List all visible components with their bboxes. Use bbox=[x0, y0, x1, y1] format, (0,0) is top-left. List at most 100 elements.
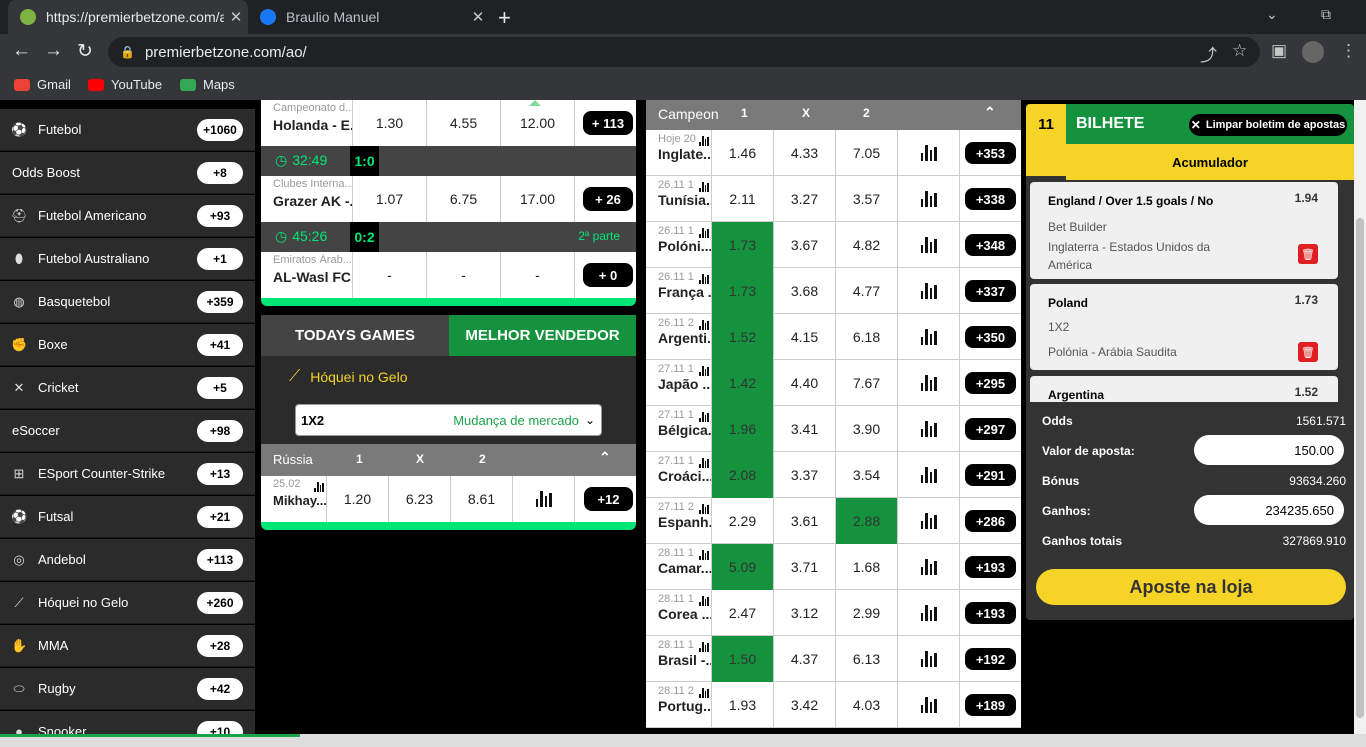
sidebar-item[interactable]: ⊞ ESport Counter-Strike +13 bbox=[0, 453, 255, 495]
odd-x[interactable]: 4.40 bbox=[774, 360, 836, 406]
event-name-cell[interactable]: Clubes Interna... Grazer AK -... bbox=[261, 176, 353, 222]
sidebar-item[interactable]: ⬮ Futebol Australiano +1 bbox=[0, 238, 255, 280]
stats-button[interactable] bbox=[513, 476, 575, 522]
event-name-cell[interactable]: 26.11 2Argenti... bbox=[646, 314, 712, 360]
more-markets-button[interactable]: +193 bbox=[965, 602, 1016, 624]
odd-1[interactable]: 1.73 bbox=[712, 222, 774, 268]
more-markets-button[interactable]: +12 bbox=[584, 487, 633, 511]
sidebar-item[interactable]: ⚽ Futsal +21 bbox=[0, 496, 255, 538]
stats-button[interactable] bbox=[898, 498, 960, 544]
odd-2[interactable]: 17.00 bbox=[501, 176, 575, 222]
odd-x[interactable]: 6.23 bbox=[389, 476, 451, 522]
event-name-cell[interactable]: 28.11 1 Brasil -... bbox=[646, 636, 712, 682]
odd-2[interactable]: 8.61 bbox=[451, 476, 513, 522]
stats-button[interactable] bbox=[898, 406, 960, 452]
sidebar-item[interactable]: ⚽ Futebol +1060 bbox=[0, 109, 255, 151]
odd-2[interactable]: - bbox=[501, 252, 575, 298]
event-name-cell[interactable]: Campeonato d... Holanda - E... bbox=[261, 100, 353, 146]
stats-button[interactable] bbox=[898, 314, 960, 360]
market-select[interactable]: 1X2 Mudança de mercado ⌄ bbox=[295, 404, 602, 436]
stats-button[interactable] bbox=[898, 636, 960, 682]
odd-2[interactable]: 4.77 bbox=[836, 268, 898, 314]
odd-x[interactable]: 4.15 bbox=[774, 314, 836, 360]
table-row[interactable]: 27.11 1 Croáci... 2.08 3.37 3.54 +291 bbox=[646, 452, 1021, 498]
event-row[interactable]: Campeonato d... Holanda - E...1.304.5512.… bbox=[261, 100, 636, 146]
sidebar-item[interactable]: ◍ Basquetebol +359 bbox=[0, 281, 255, 323]
table-row[interactable]: 28.11 1 Brasil -... 1.50 4.37 6.13 +192 bbox=[646, 636, 1021, 682]
horizontal-scrollbar[interactable] bbox=[0, 734, 1366, 747]
stats-button[interactable] bbox=[898, 360, 960, 406]
stats-button[interactable] bbox=[898, 590, 960, 636]
table-row[interactable]: Hoje 20 Inglate... 1.46 4.33 7.05 +353 bbox=[646, 130, 1021, 176]
stake-input[interactable]: 150.00 bbox=[1194, 435, 1344, 465]
odd-2[interactable]: 3.54 bbox=[836, 452, 898, 498]
odd-1[interactable]: 1.20 bbox=[327, 476, 389, 522]
close-icon[interactable]: ✕ bbox=[224, 8, 248, 26]
more-markets-button[interactable]: + 113 bbox=[583, 111, 633, 135]
clear-slip-button[interactable]: ✕ Limpar boletim de apostas bbox=[1189, 114, 1347, 136]
event-name-cell[interactable]: 28.11 1 Corea ... bbox=[646, 590, 712, 636]
odd-x[interactable]: 3.41 bbox=[774, 406, 836, 452]
more-markets-button[interactable]: +348 bbox=[965, 234, 1016, 256]
stats-button[interactable] bbox=[898, 176, 960, 222]
chevron-down-icon[interactable]: ⌄ bbox=[1266, 6, 1278, 23]
table-row[interactable]: 28.11 2 Portug... 1.93 3.42 4.03 +189 bbox=[646, 682, 1021, 728]
event-row[interactable]: Clubes Interna... Grazer AK -...1.076.751… bbox=[261, 176, 636, 222]
reload-icon[interactable]: ↻ bbox=[77, 40, 93, 63]
more-markets-button[interactable]: +297 bbox=[965, 418, 1016, 440]
star-icon[interactable]: ☆ bbox=[1232, 41, 1247, 61]
sidebar-item[interactable]: ✋ MMA +28 bbox=[0, 625, 255, 667]
event-name-cell[interactable]: 27.11 1 Japão ... bbox=[646, 360, 712, 406]
event-name-cell[interactable]: 26.11 1 Polóni... bbox=[646, 222, 712, 268]
odd-2[interactable]: 7.05 bbox=[836, 130, 898, 176]
odd-x[interactable]: 3.37 bbox=[774, 452, 836, 498]
odd-x[interactable]: 3.61 bbox=[774, 498, 836, 544]
more-markets-button[interactable]: +286 bbox=[965, 510, 1016, 532]
bookmark-gmail[interactable]: Gmail bbox=[14, 77, 71, 92]
menu-icon[interactable]: ⋮ bbox=[1340, 41, 1357, 61]
odd-2[interactable]: 4.82 bbox=[836, 222, 898, 268]
odd-1[interactable]: 1.07 bbox=[353, 176, 427, 222]
odd-x[interactable]: 3.68 bbox=[774, 268, 836, 314]
sidebar-item[interactable]: eSoccer +98 bbox=[0, 410, 255, 452]
restore-window-icon[interactable]: ⧉ bbox=[1321, 6, 1331, 23]
new-tab-icon[interactable]: + bbox=[498, 5, 511, 31]
odd-x[interactable]: - bbox=[427, 252, 501, 298]
tab-premierbetzone[interactable]: https://premierbetzone.com/ao/ ✕ bbox=[8, 0, 248, 34]
odd-1[interactable]: 1.42 bbox=[712, 360, 774, 406]
odd-x[interactable]: 6.75 bbox=[427, 176, 501, 222]
collapse-icon[interactable]: ⌃ bbox=[984, 104, 996, 121]
more-markets-button[interactable]: +295 bbox=[965, 372, 1016, 394]
more-markets-button[interactable]: + 0 bbox=[583, 263, 633, 287]
address-bar[interactable]: 🔒 premierbetzone.com/ao/ bbox=[108, 37, 1260, 67]
tab-facebook[interactable]: Braulio Manuel ✕ bbox=[248, 0, 490, 34]
more-markets-button[interactable]: +338 bbox=[965, 188, 1016, 210]
odd-x[interactable]: 4.37 bbox=[774, 636, 836, 682]
odd-1[interactable]: 1.96 bbox=[712, 406, 774, 452]
odd-2[interactable]: 1.68 bbox=[836, 544, 898, 590]
odd-1[interactable]: 2.11 bbox=[712, 176, 774, 222]
table-row[interactable]: 26.11 1 Tunísia... 2.11 3.27 3.57 +338 bbox=[646, 176, 1021, 222]
event-name-cell[interactable]: Hoje 20 Inglate... bbox=[646, 130, 712, 176]
sidebar-item[interactable]: ◎ Andebol +113 bbox=[0, 539, 255, 581]
more-markets-button[interactable]: +337 bbox=[965, 280, 1016, 302]
odd-2[interactable]: 4.03 bbox=[836, 682, 898, 728]
table-row[interactable]: 28.11 1 Camar... 5.09 3.71 1.68 +193 bbox=[646, 544, 1021, 590]
event-name-cell[interactable]: 27.11 1 Croáci... bbox=[646, 452, 712, 498]
sidebar-item[interactable]: ✊ Boxe +41 bbox=[0, 324, 255, 366]
odd-2[interactable]: 2.99 bbox=[836, 590, 898, 636]
sidebar-item[interactable]: ⬭ Rugby +42 bbox=[0, 668, 255, 710]
odd-x[interactable]: 4.55 bbox=[427, 100, 501, 146]
table-row[interactable]: 26.11 1França ...1.733.684.77 +337 bbox=[646, 268, 1021, 314]
event-name-cell[interactable]: 27.11 2Espanh... bbox=[646, 498, 712, 544]
tab-todays-games[interactable]: TODAYS GAMES bbox=[261, 315, 449, 356]
more-markets-button[interactable]: +350 bbox=[965, 326, 1016, 348]
trash-icon[interactable]: 🗑 bbox=[1298, 342, 1318, 362]
odd-1[interactable]: 2.47 bbox=[712, 590, 774, 636]
stats-button[interactable] bbox=[898, 222, 960, 268]
odd-x[interactable]: 3.42 bbox=[774, 682, 836, 728]
sidebar-item[interactable]: Odds Boost +8 bbox=[0, 152, 255, 194]
odd-1[interactable]: 1.46 bbox=[712, 130, 774, 176]
more-markets-button[interactable]: + 26 bbox=[583, 187, 633, 211]
event-name-cell[interactable]: 26.11 1 Tunísia... bbox=[646, 176, 712, 222]
